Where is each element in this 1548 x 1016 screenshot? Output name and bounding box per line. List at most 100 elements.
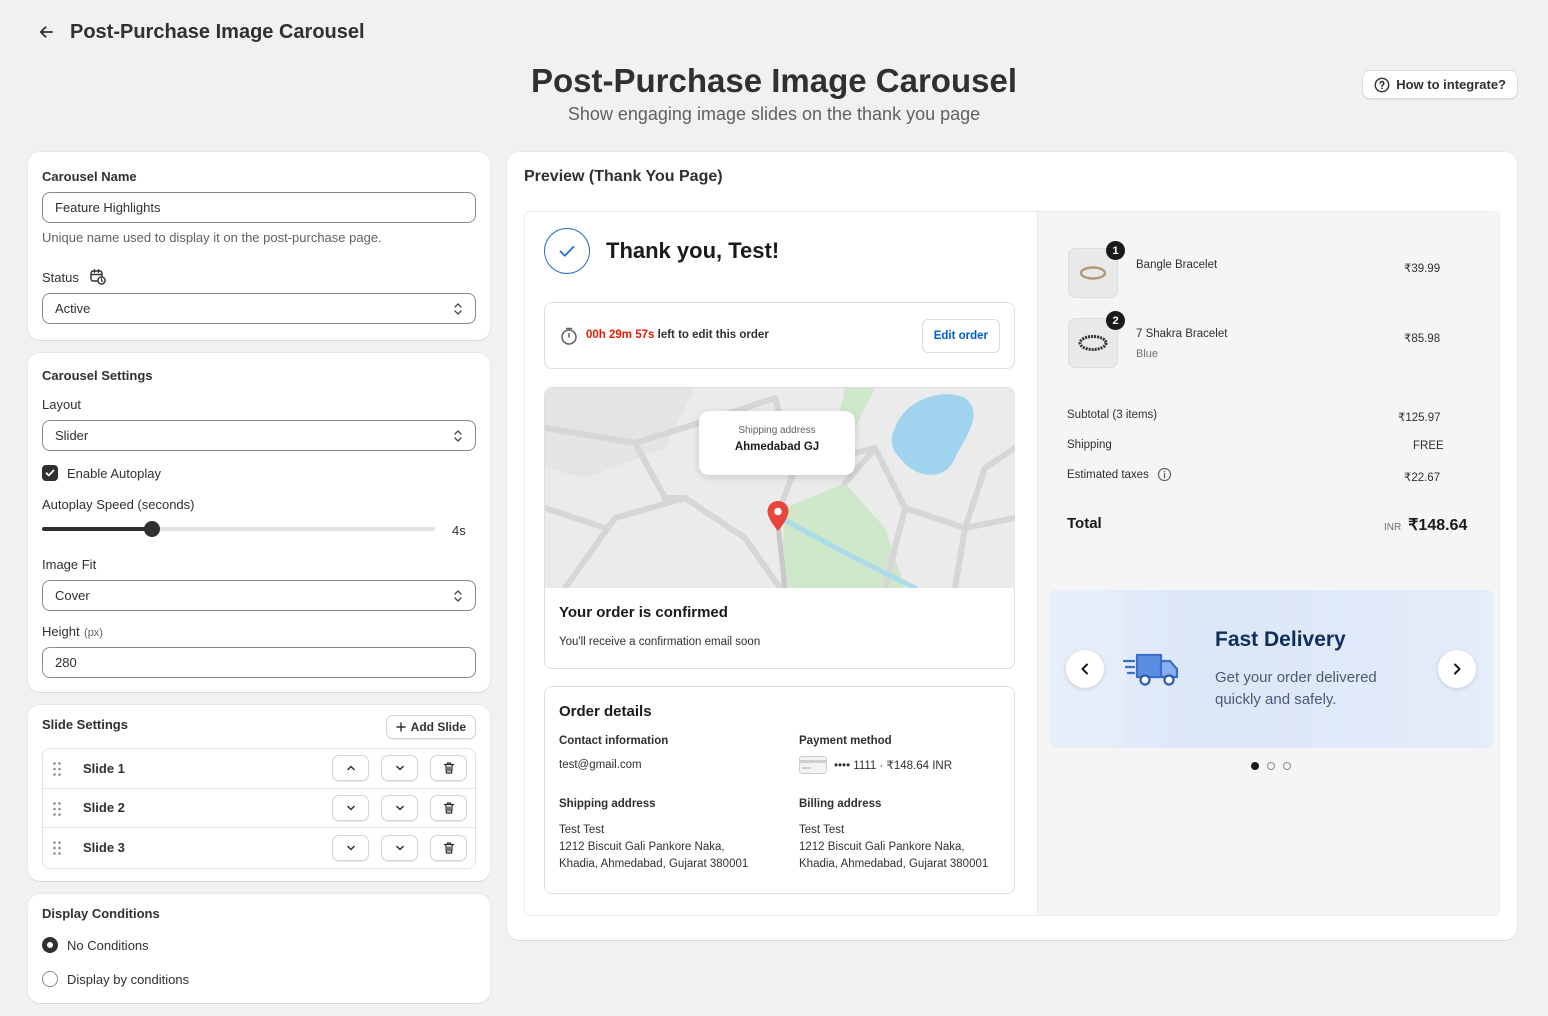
delete-slide-button[interactable] — [430, 755, 467, 782]
height-input[interactable]: 280 — [42, 647, 476, 678]
carousel-dot[interactable] — [1283, 762, 1291, 770]
slide-name: Slide 2 — [83, 800, 125, 816]
add-slide-button[interactable]: Add Slide — [385, 715, 476, 739]
question-circle-icon — [1374, 77, 1390, 92]
carousel-text-line-2: quickly and safely. — [1215, 691, 1337, 708]
product-variant: Blue — [1136, 348, 1159, 360]
billing-address-label: Billing address — [799, 798, 882, 810]
info-icon[interactable] — [1157, 467, 1172, 482]
bangle-bracelet-image — [1079, 266, 1107, 280]
basic-info-card: Carousel Name Feature Highlights Unique … — [28, 152, 490, 340]
product-price: ₹85.98 — [1404, 333, 1441, 345]
radio-selected[interactable] — [42, 937, 58, 953]
address-line-1: 1212 Biscuit Gali Pankore Naka, — [799, 841, 965, 853]
check-circle-icon — [544, 228, 590, 274]
carousel-dot[interactable] — [1251, 762, 1259, 770]
condition-option[interactable]: Display by conditions — [42, 971, 189, 987]
height-label: Height — [42, 624, 80, 639]
order-confirmed-title: Your order is confirmed — [559, 604, 728, 621]
shipping-address-value: Test Test 1212 Biscuit Gali Pankore Naka… — [559, 822, 748, 873]
checkmark-icon — [45, 469, 55, 477]
delete-slide-button[interactable] — [430, 834, 467, 861]
chevron-down-icon — [346, 805, 355, 810]
subtotal-label: Subtotal (3 items) — [1067, 409, 1158, 421]
edit-timer-countdown: 00h 29m 57s — [586, 329, 655, 341]
radio-unselected[interactable] — [42, 971, 58, 987]
drag-handle-icon[interactable] — [52, 840, 62, 856]
how-to-integrate-button[interactable]: How to integrate? — [1362, 70, 1518, 99]
carousel-settings-title: Carousel Settings — [42, 368, 153, 383]
move-up-button[interactable] — [332, 755, 369, 782]
shipping-map[interactable]: Shipping address Ahmedabad GJ — [545, 388, 1015, 588]
move-down-button[interactable] — [381, 834, 418, 861]
speed-slider[interactable] — [42, 521, 435, 537]
taxes-value: ₹22.67 — [1404, 472, 1441, 484]
chevron-up-icon — [346, 766, 355, 771]
taxes-label: Estimated taxes — [1067, 468, 1149, 481]
carousel-slide-title: Fast Delivery — [1215, 628, 1346, 651]
status-label-row: Status — [42, 268, 107, 286]
image-fit-label: Image Fit — [42, 557, 97, 572]
preview-title: Preview (Thank You Page) — [524, 168, 723, 185]
trash-icon — [443, 842, 454, 854]
move-down-button[interactable] — [381, 794, 418, 821]
trash-icon — [443, 762, 454, 774]
product-thumbnail: 1 — [1068, 241, 1125, 298]
carousel-name-label: Carousel Name — [42, 169, 137, 184]
page-title: Post-Purchase Image Carousel — [70, 20, 365, 43]
layout-select[interactable]: Slider — [42, 420, 476, 451]
add-slide-label: Add Slide — [410, 720, 466, 734]
move-down-button[interactable] — [332, 834, 369, 861]
select-arrows-icon — [454, 303, 462, 315]
calendar-clock-icon[interactable] — [89, 268, 107, 286]
carousel-next-button[interactable] — [1438, 650, 1476, 688]
quantity-badge: 2 — [1106, 311, 1125, 330]
status-select[interactable]: Active — [42, 293, 476, 324]
order-summary-panel: 1 Bangle Bracelet ₹39.99 2 7 Shakra Brac… — [1037, 212, 1499, 915]
slide-row: Slide 3 — [43, 828, 475, 868]
total-value: ₹148.64 — [1408, 517, 1468, 534]
hero-subtitle: Show engaging image slides on the thank … — [567, 104, 981, 124]
move-down-button[interactable] — [381, 755, 418, 782]
total-currency: INR — [1384, 522, 1402, 533]
address-line-2: Khadia, Ahmedabad, Gujarat 380001 — [799, 858, 989, 870]
preview-card: Preview (Thank You Page) Thank you, Test… — [507, 152, 1517, 940]
carousel-prev-button[interactable] — [1066, 650, 1104, 688]
how-to-integrate-label: How to integrate? — [1396, 77, 1506, 92]
autoplay-label: Enable Autoplay — [67, 465, 161, 481]
chevron-down-icon — [395, 766, 404, 771]
edit-order-button[interactable]: Edit order — [921, 319, 1000, 353]
condition-option[interactable]: No Conditions — [42, 937, 149, 953]
taxes-row: Estimated taxes — [1067, 467, 1172, 482]
chevron-down-icon — [395, 845, 404, 850]
map-address-tooltip: Shipping address Ahmedabad GJ — [699, 411, 855, 475]
shipping-address-label: Shipping address — [559, 798, 656, 810]
height-unit: (px) — [84, 627, 103, 639]
order-confirmed-text: You'll receive a confirmation email soon — [559, 636, 761, 648]
order-details-box: Order details Contact information test@g… — [544, 686, 1015, 894]
autoplay-checkbox[interactable] — [42, 465, 58, 481]
image-fit-select[interactable]: Cover — [42, 580, 476, 611]
delete-slide-button[interactable] — [430, 794, 467, 821]
map-tooltip-city: Ahmedabad GJ — [734, 441, 820, 453]
product-price: ₹39.99 — [1404, 263, 1441, 275]
move-down-button[interactable] — [332, 794, 369, 821]
carousel-settings-card: Carousel Settings Layout Slider Enable A… — [28, 353, 490, 692]
carousel-dot[interactable] — [1267, 762, 1275, 770]
select-arrows-icon — [454, 590, 462, 602]
speed-slider-thumb[interactable] — [144, 521, 161, 537]
chevron-left-icon — [1081, 663, 1088, 675]
condition-option-label: Display by conditions — [67, 971, 190, 987]
product-name: 7 Shakra Bracelet — [1136, 328, 1228, 340]
carousel-slide-text: Get your order delivered quickly and saf… — [1215, 667, 1377, 711]
back-button[interactable] — [36, 18, 56, 46]
plus-icon — [395, 722, 406, 732]
drag-handle-icon[interactable] — [52, 801, 62, 817]
drag-handle-icon[interactable] — [52, 761, 62, 777]
order-details-title: Order details — [559, 703, 652, 720]
image-fit-select-value: Cover — [55, 588, 90, 603]
edit-timer-text: 00h 29m 57s left to edit this order — [586, 329, 769, 341]
edit-timer-suffix: left to edit this order — [657, 329, 769, 341]
shipping-cost-value: FREE — [1413, 440, 1444, 452]
carousel-name-input[interactable]: Feature Highlights — [42, 192, 476, 223]
